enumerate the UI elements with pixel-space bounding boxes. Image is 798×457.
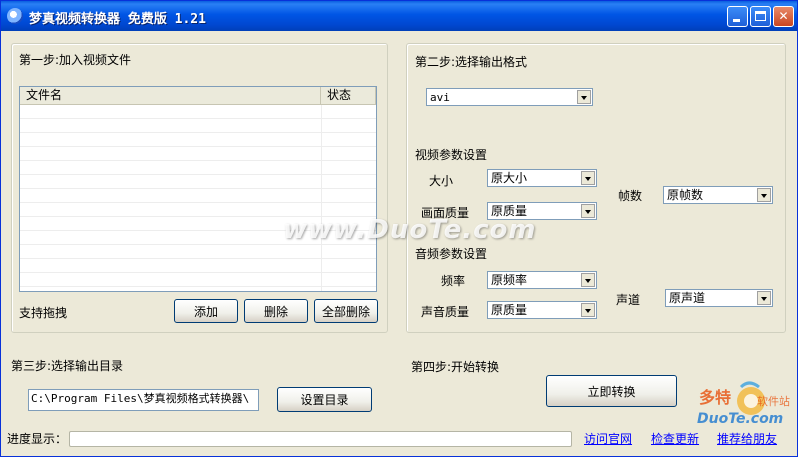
- rate-value: 原频率: [491, 273, 528, 287]
- output-path-field[interactable]: C:\Program Files\梦真视频格式转换器\: [28, 389, 259, 411]
- audio-quality-value: 原质量: [491, 303, 528, 317]
- column-status[interactable]: 状态: [321, 87, 376, 105]
- fps-value: 原帧数: [667, 188, 704, 202]
- fps-select[interactable]: 原帧数: [663, 186, 773, 204]
- step2-title: 第二步:选择输出格式: [415, 55, 528, 69]
- convert-now-button[interactable]: 立即转换: [546, 375, 677, 407]
- main-window: 梦真视频转换器 免费版 1.21 ✕ 第一步:加入视频文件 文件名 状态 支持拖…: [0, 0, 798, 457]
- progress-bar: [69, 431, 572, 447]
- dropdown-arrow-icon[interactable]: [581, 204, 595, 218]
- dropdown-arrow-icon[interactable]: [757, 291, 771, 305]
- visit-website-link[interactable]: 访问官网: [584, 432, 632, 446]
- format-value: avi: [430, 91, 450, 104]
- format-select[interactable]: avi: [426, 88, 593, 106]
- audio-params-title: 音频参数设置: [415, 247, 488, 261]
- size-value: 原大小: [491, 171, 528, 185]
- step1-title: 第一步:加入视频文件: [19, 53, 132, 67]
- audio-quality-label: 声音质量: [421, 305, 470, 319]
- file-list-header: 文件名 状态: [20, 87, 376, 105]
- logo-text-mid: 软件站: [757, 394, 790, 408]
- size-label: 大小: [429, 174, 454, 188]
- logo-text-top: 多特: [699, 388, 731, 407]
- file-list[interactable]: 文件名 状态: [19, 86, 377, 292]
- add-button[interactable]: 添加: [174, 299, 238, 323]
- dropdown-arrow-icon[interactable]: [581, 171, 595, 185]
- window-title: 梦真视频转换器 免费版 1.21: [29, 12, 206, 27]
- title-bar[interactable]: 梦真视频转换器 免费版 1.21 ✕: [1, 1, 797, 31]
- close-button[interactable]: ✕: [773, 6, 794, 27]
- rate-select[interactable]: 原频率: [487, 271, 597, 289]
- fps-label: 帧数: [618, 189, 643, 203]
- dropdown-arrow-icon[interactable]: [581, 303, 595, 317]
- maximize-icon: [755, 11, 766, 21]
- audio-quality-select[interactable]: 原质量: [487, 301, 597, 319]
- delete-all-button[interactable]: 全部删除: [314, 299, 378, 323]
- logo-text-en: DuoTe.com: [697, 411, 783, 427]
- app-icon: [7, 8, 23, 24]
- minimize-button[interactable]: [727, 6, 748, 27]
- maximize-button[interactable]: [750, 6, 771, 27]
- step4-title: 第四步:开始转换: [411, 360, 500, 374]
- size-select[interactable]: 原大小: [487, 169, 597, 187]
- column-filename[interactable]: 文件名: [20, 87, 321, 105]
- step3-title: 第三步:选择输出目录: [11, 359, 124, 373]
- file-list-rows: [20, 105, 376, 291]
- close-icon: ✕: [778, 9, 789, 23]
- dropdown-arrow-icon[interactable]: [577, 90, 591, 104]
- dropdown-arrow-icon[interactable]: [757, 188, 771, 202]
- channel-value: 原声道: [669, 291, 706, 305]
- set-directory-button[interactable]: 设置目录: [277, 387, 372, 412]
- rate-label: 频率: [441, 274, 466, 288]
- video-params-title: 视频参数设置: [415, 148, 488, 162]
- drag-drop-hint: 支持拖拽: [19, 306, 68, 320]
- minimize-icon: [733, 19, 740, 22]
- file-list-divider: [321, 105, 322, 291]
- dropdown-arrow-icon[interactable]: [581, 273, 595, 287]
- progress-label: 进度显示：: [7, 432, 68, 446]
- watermark: www.DuoTe.com: [283, 215, 537, 245]
- channel-select[interactable]: 原声道: [665, 289, 773, 307]
- channel-label: 声道: [616, 293, 641, 307]
- delete-button[interactable]: 删除: [244, 299, 308, 323]
- duote-logo: 多特 软件站 DuoTe.com: [697, 381, 790, 427]
